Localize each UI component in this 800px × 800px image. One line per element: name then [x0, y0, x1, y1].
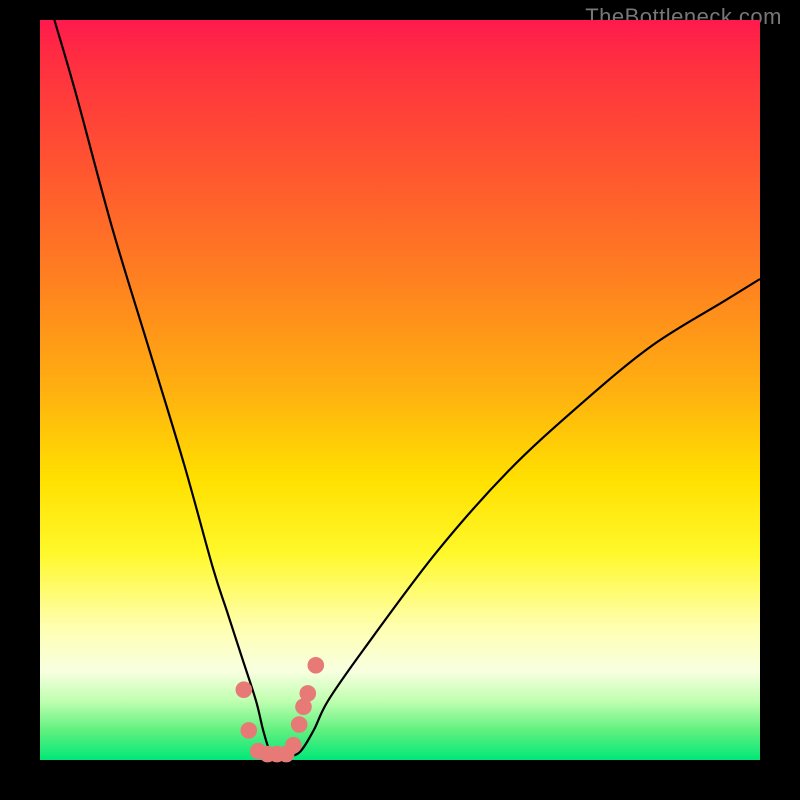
- bottleneck-curve: [54, 20, 760, 757]
- curve-marker: [308, 658, 324, 674]
- curve-marker: [286, 737, 302, 753]
- curve-layer: [40, 20, 760, 760]
- plot-area: [40, 20, 760, 760]
- chart-frame: TheBottleneck.com: [0, 0, 800, 800]
- curve-marker: [236, 682, 252, 698]
- curve-marker: [300, 686, 316, 702]
- curve-markers: [236, 658, 324, 762]
- curve-marker: [291, 717, 307, 733]
- curve-marker: [241, 723, 257, 739]
